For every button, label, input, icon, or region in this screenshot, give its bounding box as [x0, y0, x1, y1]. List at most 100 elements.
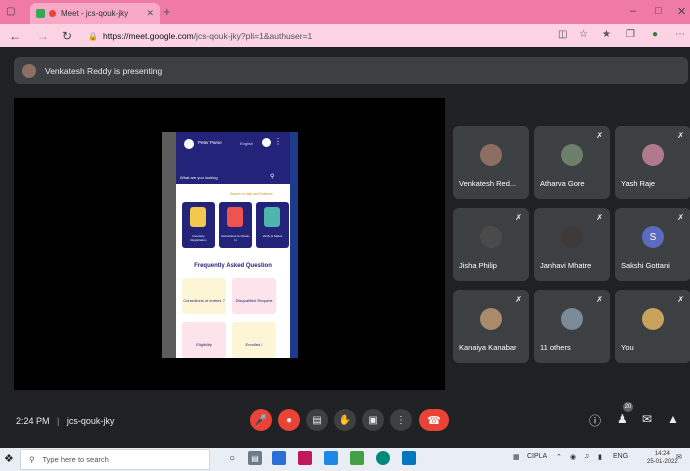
participant-tile[interactable]: ✗ Atharva Gore: [534, 126, 610, 199]
participant-tile[interactable]: ✗ Janhavi Mhatre: [534, 208, 610, 281]
chat-icon[interactable]: ✉: [642, 412, 652, 426]
presenter-avatar: [22, 63, 36, 78]
tray-overflow-icon[interactable]: ⌃: [556, 453, 562, 461]
participant-avatar: [642, 144, 664, 166]
faq-card: Eligibility: [182, 322, 226, 358]
participant-name: 11 others: [540, 343, 571, 352]
minimize-button[interactable]: –: [630, 5, 636, 17]
weather-label: CIPLA: [527, 453, 548, 460]
forward-icon[interactable]: →: [37, 29, 49, 43]
participant-avatar: [561, 308, 583, 330]
participant-name: Venkatesh Red...: [459, 179, 517, 188]
reader-view-icon[interactable]: ◫: [558, 29, 567, 40]
participant-avatar: [561, 144, 583, 166]
more-options-button[interactable]: ⋮: [390, 409, 412, 431]
participant-name: You: [621, 343, 634, 352]
url-host: https://meet.google.com: [102, 31, 194, 41]
app-search-icon: ⚲: [270, 174, 275, 180]
mic-off-icon: ✗: [515, 213, 522, 222]
lock-icon: 🔒: [88, 31, 98, 41]
participant-tile[interactable]: ✗ Jisha Philip: [453, 208, 529, 281]
cortana-icon[interactable]: ○: [225, 451, 239, 465]
language-indicator[interactable]: ENG: [613, 453, 628, 460]
favorites-bar-icon[interactable]: ★: [602, 29, 611, 40]
app-title: Peter Parse: [198, 140, 222, 145]
presenting-text: Venkatesh Reddy is presenting: [45, 65, 163, 76]
participant-tile[interactable]: ✗ Kanaiya Kanabar: [453, 290, 529, 363]
verify-icon: [264, 207, 280, 227]
app-icon[interactable]: [350, 451, 364, 465]
participant-name: Kanaiya Kanabar: [459, 343, 517, 352]
taskbar-search-input[interactable]: ⚲ Type here to search: [20, 449, 210, 470]
language-selector: English: [240, 141, 254, 146]
shared-phone-screen: Peter Parse English ⋮ What are you looki…: [162, 132, 298, 358]
app-tile-label: Instructions to Check-In: [221, 234, 251, 242]
notifications-icon[interactable]: ✉: [676, 453, 682, 461]
back-icon[interactable]: ←: [9, 29, 21, 43]
app-tile-label: Inventory Registration: [190, 234, 207, 242]
people-icon[interactable]: ♟: [617, 412, 628, 426]
volume-icon[interactable]: ♫: [584, 453, 589, 460]
mic-off-icon: ✗: [596, 295, 603, 304]
faq-card: Corrections of entries ?: [182, 278, 226, 314]
participant-tile[interactable]: Venkatesh Red...: [453, 126, 529, 199]
close-tab-icon[interactable]: ✕: [146, 8, 154, 19]
app-icon[interactable]: [272, 451, 286, 465]
task-view-icon[interactable]: ▤: [248, 451, 262, 465]
meeting-time: 2:24 PM: [16, 416, 50, 426]
participant-tile[interactable]: ✗ Yash Raje: [615, 126, 690, 199]
windows-start-icon[interactable]: ❖: [4, 452, 14, 465]
captions-button[interactable]: ▤: [306, 409, 328, 431]
app-tile-label: Verify & Status: [262, 234, 283, 238]
clock-date: 25-01-2022: [647, 459, 678, 465]
close-window-button[interactable]: ✕: [677, 5, 686, 18]
activities-icon[interactable]: ▲: [667, 412, 679, 426]
settings-more-icon[interactable]: ⋯: [675, 29, 685, 40]
app-tile: Verify & Status: [256, 202, 289, 248]
app-icon[interactable]: [402, 451, 416, 465]
faq-heading: Frequently Asked Question: [194, 263, 272, 269]
participant-avatar: [480, 226, 502, 248]
app-profile-icon: [262, 138, 271, 147]
battery-icon[interactable]: ▮: [598, 453, 602, 461]
participant-tile[interactable]: ✗ 11 others: [534, 290, 610, 363]
mic-off-icon: ✗: [677, 295, 684, 304]
meeting-details-icon[interactable]: ⓘ: [589, 412, 601, 429]
leave-call-button[interactable]: ☎: [419, 409, 449, 431]
phone-left-edge: [162, 132, 176, 358]
profile-icon[interactable]: ●: [652, 29, 658, 40]
camera-toggle-button[interactable]: ●: [278, 409, 300, 431]
participant-avatar: [480, 144, 502, 166]
refresh-icon[interactable]: ↻: [62, 29, 72, 43]
app-tile: Inventory Registration: [182, 202, 215, 248]
participant-avatar: S: [642, 226, 664, 248]
favorite-icon[interactable]: ☆: [579, 29, 588, 40]
present-now-button[interactable]: ▣: [362, 409, 384, 431]
taskbar-clock[interactable]: 14:24 25-01-2022: [647, 450, 678, 466]
phone-right-edge: [290, 132, 298, 358]
new-tab-button[interactable]: +: [163, 4, 171, 19]
tab-title: Meet - jcs-qouk-jky: [61, 9, 129, 18]
collections-toolbar-icon[interactable]: ❐: [626, 29, 635, 40]
participant-name: Janhavi Mhatre: [540, 261, 592, 270]
weather-icon[interactable]: ▦: [513, 453, 520, 461]
collections-icon: [36, 9, 45, 18]
participant-tile[interactable]: S ✗ Sakshi Gottani: [615, 208, 690, 281]
clock-time: 14:24: [654, 451, 670, 457]
raise-hand-button[interactable]: ✋: [334, 409, 356, 431]
search-icon: ⚲: [29, 455, 35, 464]
app-icon[interactable]: [298, 451, 312, 465]
window-menu-icon[interactable]: ▢: [6, 6, 15, 17]
maximize-button[interactable]: □: [655, 5, 662, 17]
mic-toggle-button[interactable]: 🎤: [250, 409, 272, 431]
app-help-link: Search in help and features: [230, 192, 273, 196]
meeting-code: jcs-qouk-jky: [66, 416, 115, 426]
browser-tab[interactable]: Meet - jcs-qouk-jky ✕: [30, 3, 160, 24]
meeting-separator: |: [57, 416, 60, 426]
mic-off-icon: ✗: [515, 295, 522, 304]
network-icon[interactable]: ◉: [570, 453, 576, 461]
address-bar[interactable]: 🔒 https://meet.google.com /jcs-qouk-jky?…: [88, 28, 548, 44]
participant-tile[interactable]: ✗ You: [615, 290, 690, 363]
edge-icon[interactable]: [376, 451, 390, 465]
app-icon[interactable]: [324, 451, 338, 465]
